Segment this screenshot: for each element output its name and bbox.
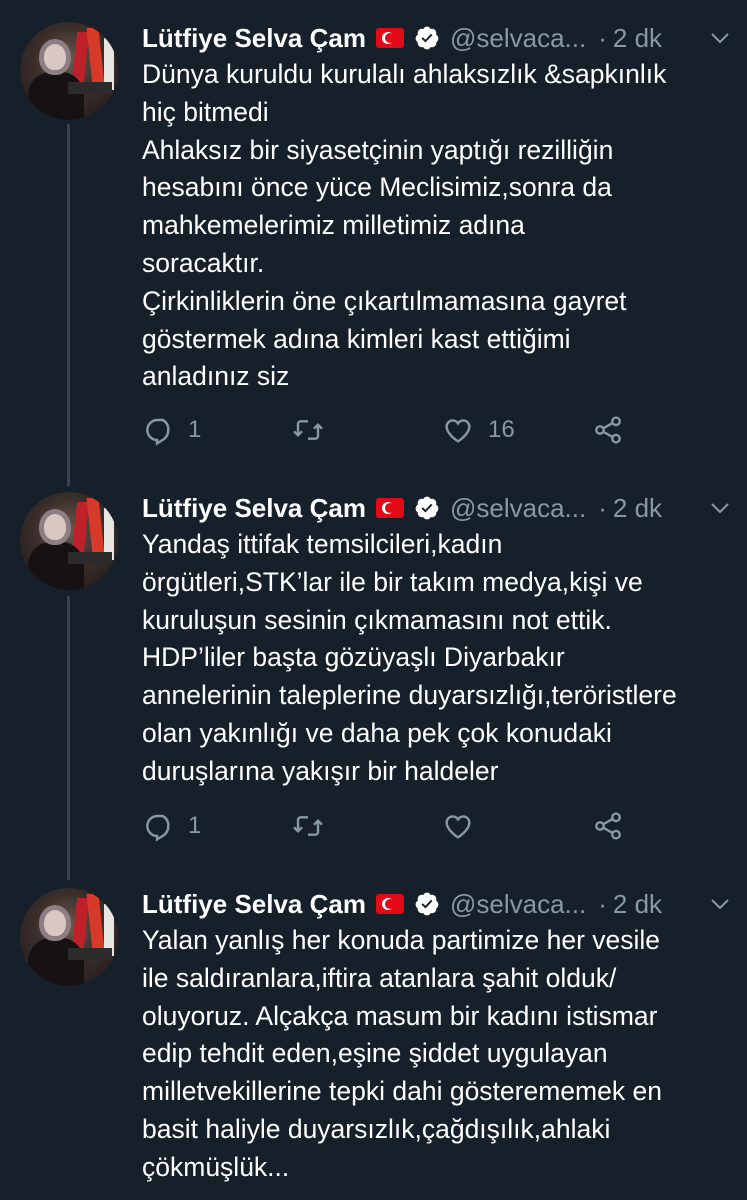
turkey-flag-icon bbox=[375, 894, 404, 914]
separator-dot: · bbox=[598, 492, 607, 523]
turkey-flag-icon bbox=[375, 498, 404, 518]
retweet-icon bbox=[293, 420, 323, 440]
reply-button[interactable]: 1 bbox=[142, 410, 201, 450]
like-icon bbox=[445, 419, 471, 443]
verified-badge-icon bbox=[415, 26, 439, 50]
avatar[interactable] bbox=[20, 492, 118, 590]
timestamp[interactable]: 2 dk bbox=[613, 23, 662, 54]
share-icon bbox=[595, 812, 621, 840]
tweet-actions: 1 16 bbox=[142, 410, 642, 450]
author-name[interactable]: Lütfiye Selva Çam bbox=[142, 23, 366, 54]
author-handle[interactable]: @selvaca... bbox=[450, 23, 586, 54]
reply-icon bbox=[146, 814, 170, 842]
tweet-text: Dünya kuruldu kurulalı ahlaksızlık &sapk… bbox=[142, 59, 667, 392]
reply-count: 1 bbox=[188, 416, 202, 443]
tweet[interactable]: Lütfiye Selva Çam @selvaca... · 2 dk Dün… bbox=[0, 0, 747, 480]
author-handle[interactable]: @selvaca... bbox=[450, 889, 586, 920]
tweet-header: Lütfiye Selva Çam @selvaca... · 2 dk bbox=[142, 18, 732, 58]
tweet-text: Yalan yanlış her konuda partimize her ve… bbox=[142, 925, 662, 1182]
timestamp[interactable]: 2 dk bbox=[613, 493, 662, 524]
verified-badge-icon bbox=[415, 892, 439, 916]
like-icon bbox=[445, 815, 471, 839]
chevron-down-icon[interactable] bbox=[708, 496, 732, 520]
author-name[interactable]: Lütfiye Selva Çam bbox=[142, 493, 366, 524]
tweet[interactable]: Lütfiye Selva Çam @selvaca... · 2 dk Yan… bbox=[0, 480, 747, 870]
separator-dot: · bbox=[598, 22, 607, 53]
turkey-flag-icon bbox=[375, 28, 404, 48]
share-icon bbox=[595, 416, 621, 444]
tweet-header: Lütfiye Selva Çam @selvaca... · 2 dk bbox=[142, 884, 732, 924]
tweet-actions: 1 bbox=[142, 806, 642, 846]
share-button[interactable] bbox=[592, 806, 624, 846]
reply-icon bbox=[146, 418, 170, 446]
separator-dot: · bbox=[598, 888, 607, 919]
tweet-header: Lütfiye Selva Çam @selvaca... · 2 dk bbox=[142, 488, 732, 528]
like-button[interactable]: 16 bbox=[442, 410, 515, 450]
verified-badge-icon bbox=[415, 496, 439, 520]
retweet-icon bbox=[293, 816, 323, 836]
avatar[interactable] bbox=[20, 22, 118, 120]
like-count: 16 bbox=[488, 416, 515, 443]
chevron-down-icon[interactable] bbox=[708, 26, 732, 50]
tweet[interactable]: Lütfiye Selva Çam @selvaca... · 2 dk Yal… bbox=[0, 870, 747, 1200]
retweet-button[interactable] bbox=[292, 806, 324, 846]
author-name[interactable]: Lütfiye Selva Çam bbox=[142, 889, 366, 920]
reply-button[interactable]: 1 bbox=[142, 806, 201, 846]
retweet-button[interactable] bbox=[292, 410, 324, 450]
timestamp[interactable]: 2 dk bbox=[613, 889, 662, 920]
avatar[interactable] bbox=[20, 888, 118, 986]
like-button[interactable] bbox=[442, 806, 474, 846]
tweet-text: Yandaş ittifak temsilcileri,kadın örgütl… bbox=[142, 529, 677, 786]
reply-count: 1 bbox=[188, 812, 202, 839]
author-handle[interactable]: @selvaca... bbox=[450, 493, 586, 524]
share-button[interactable] bbox=[592, 410, 624, 450]
chevron-down-icon[interactable] bbox=[708, 892, 732, 916]
